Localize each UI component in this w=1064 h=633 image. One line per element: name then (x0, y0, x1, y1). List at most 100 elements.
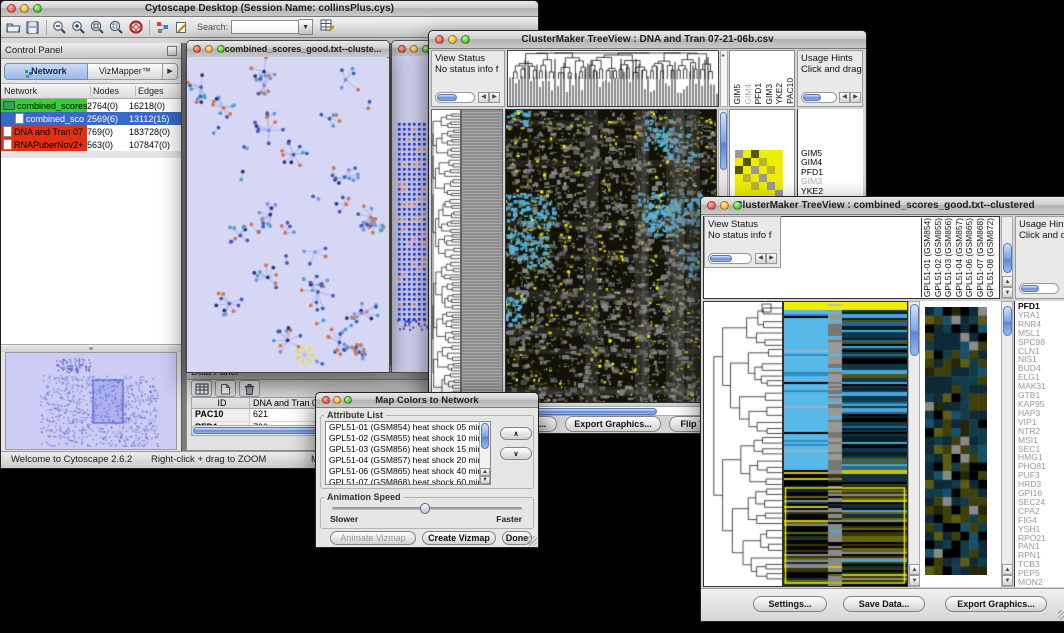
attribute-item[interactable]: GPL51-07 (GSM868) heat shock 60 min (326, 477, 490, 485)
window-controls[interactable] (7, 4, 42, 13)
network-row[interactable]: combined_sco2569(6)13112(15) (1, 112, 181, 125)
dialog-titlebar[interactable]: Map Colors to Network (316, 393, 538, 408)
export-graphics-button[interactable]: Export Graphics... (945, 596, 1047, 612)
global-heatmap[interactable] (784, 302, 907, 586)
scroll-down-icon[interactable]: ▼ (1002, 287, 1013, 298)
tab-vizmapper[interactable]: VizMapper™ (88, 63, 163, 80)
minimize-icon[interactable] (205, 45, 213, 53)
scroll-left-icon[interactable]: ◀ (839, 92, 850, 103)
attribute-item[interactable]: GPL51-01 (GSM854) heat shock 05 min (326, 422, 490, 433)
scroll-down-icon[interactable]: ▼ (1002, 575, 1013, 586)
attribute-table-icon[interactable] (191, 380, 212, 397)
network-view[interactable] (187, 57, 387, 371)
minimize-icon[interactable] (20, 4, 29, 13)
close-icon[interactable] (707, 201, 716, 210)
attribute-browser-icon[interactable] (319, 18, 336, 33)
tab-overflow-button[interactable]: ▶ (163, 63, 178, 80)
scroll-up-icon[interactable]: ▲ (909, 564, 920, 575)
close-icon[interactable] (322, 396, 330, 404)
scroll-left-icon[interactable]: ◀ (755, 253, 766, 264)
attribute-item[interactable]: GPL51-03 (GSM856) heat shock 15 min (326, 444, 490, 455)
genes-vscrollbar[interactable]: ▲ ▼ (1001, 301, 1013, 587)
export-graphics-button[interactable]: Export Graphics... (565, 416, 661, 432)
delete-attribute-icon[interactable] (239, 380, 260, 397)
minimize-icon[interactable] (448, 35, 457, 44)
scroll-left-icon[interactable]: ◀ (478, 92, 489, 103)
network-overview-panel[interactable] (5, 352, 177, 450)
global-heatmap[interactable] (506, 110, 716, 402)
slider-thumb[interactable] (420, 503, 430, 514)
network-row[interactable]: RNAPuberNov2+563(0)107847(0) (1, 138, 181, 151)
status-scrollbar[interactable] (435, 92, 475, 103)
gene-dendrogram[interactable] (704, 302, 782, 586)
tab-network[interactable]: Network (4, 63, 88, 80)
status-scrollbar[interactable] (708, 253, 752, 264)
attribute-list[interactable]: GPL51-01 (GSM854) heat shock 05 minGPL51… (325, 421, 491, 485)
heatmap-vscrollbar[interactable]: ▲ ▼ (908, 301, 920, 587)
minimize-icon[interactable] (410, 45, 418, 53)
scroll-up-icon[interactable]: ▲ (480, 468, 490, 476)
minimize-icon[interactable] (720, 201, 729, 210)
scroll-right-icon[interactable]: ▶ (489, 92, 500, 103)
zoom-window-icon[interactable] (217, 45, 225, 53)
open-folder-icon[interactable] (5, 20, 22, 35)
network-window-titlebar[interactable]: combined_scores_good.txt--cluste... (187, 41, 389, 58)
network-row[interactable]: DNA and Tran 07769(0)183728(0) (1, 125, 181, 138)
hints-scrollbar[interactable] (801, 92, 837, 103)
close-icon[interactable] (435, 35, 444, 44)
main-titlebar[interactable]: Cytoscape Desktop (Session Name: collins… (1, 1, 538, 17)
annotation-icon[interactable] (173, 20, 190, 35)
save-data-button[interactable]: Save Data... (843, 596, 925, 612)
columns-vscrollbar[interactable]: ▲ ▼ (1001, 216, 1013, 299)
search-input[interactable] (231, 20, 299, 34)
scroll-down-icon[interactable]: ▼ (480, 476, 490, 484)
zoom-window-icon[interactable] (461, 35, 470, 44)
treeview1-titlebar[interactable]: ClusterMaker TreeView : DNA and Tran 07-… (429, 31, 866, 49)
create-vizmapbutton[interactable]: Create Vizmap (422, 531, 496, 545)
zoom-window-icon[interactable] (344, 396, 352, 404)
animate-vizmapbutton[interactable]: Animate Vizmap (330, 531, 416, 545)
matrix-cell (775, 174, 783, 182)
move-down-button[interactable]: ∨ (500, 447, 532, 460)
zoom-window-icon[interactable] (33, 4, 42, 13)
zoom-out-icon[interactable] (46, 20, 68, 35)
zoom-heatmap[interactable] (925, 307, 987, 575)
animation-speed-slider[interactable] (332, 507, 522, 510)
scroll-up-icon[interactable]: ▲ (1002, 564, 1013, 575)
dendrogram-scroll-strip[interactable]: ▸ (720, 50, 728, 107)
move-up-button[interactable]: ∧ (500, 427, 532, 440)
gene-dendrogram[interactable] (432, 110, 460, 402)
zoom-heatmap-matrix[interactable] (735, 150, 783, 198)
new-attribute-icon[interactable] (215, 380, 236, 397)
close-icon[interactable] (193, 45, 201, 53)
attribute-item[interactable]: GPL51-06 (GSM865) heat shock 40 min (326, 466, 490, 477)
column-dendrogram[interactable] (508, 51, 718, 106)
scroll-right-icon[interactable]: ▶ (850, 92, 861, 103)
scroll-up-icon[interactable]: ▲ (1002, 276, 1013, 287)
float-panel-icon[interactable] (167, 46, 177, 56)
treeview2-titlebar[interactable]: ClusterMaker TreeView : combined_scores_… (701, 197, 1064, 215)
zoom-in-icon[interactable] (70, 20, 87, 35)
save-icon[interactable] (24, 20, 41, 35)
zoom-selected-icon[interactable] (108, 20, 125, 35)
slider-slower-label: Slower (330, 514, 358, 524)
attribute-item[interactable]: GPL51-04 (GSM857) heat shock 20 min (326, 455, 490, 466)
settings-button[interactable]: Settings... (753, 596, 827, 612)
close-icon[interactable] (398, 45, 406, 53)
close-icon[interactable] (7, 4, 16, 13)
panel-splitter[interactable] (1, 344, 181, 352)
zoom-fit-icon[interactable] (89, 20, 106, 35)
list-scrollbar[interactable]: ▲ ▼ (479, 422, 490, 484)
hints-scrollbar[interactable] (1019, 283, 1059, 294)
resize-grip[interactable] (1058, 610, 1064, 620)
help-lifesaver-icon[interactable] (127, 20, 144, 35)
network-row[interactable]: combined_scores2764(0)16218(0) (1, 99, 181, 112)
network-icon[interactable] (149, 20, 171, 35)
resize-grip[interactable] (527, 536, 537, 546)
search-dropdown-button[interactable]: ▼ (299, 19, 313, 35)
scroll-right-icon[interactable]: ▶ (766, 253, 777, 264)
attribute-item[interactable]: GPL51-02 (GSM855) heat shock 10 min (326, 433, 490, 444)
zoom-window-icon[interactable] (733, 201, 742, 210)
scroll-down-icon[interactable]: ▼ (909, 575, 920, 586)
minimize-icon[interactable] (333, 396, 341, 404)
